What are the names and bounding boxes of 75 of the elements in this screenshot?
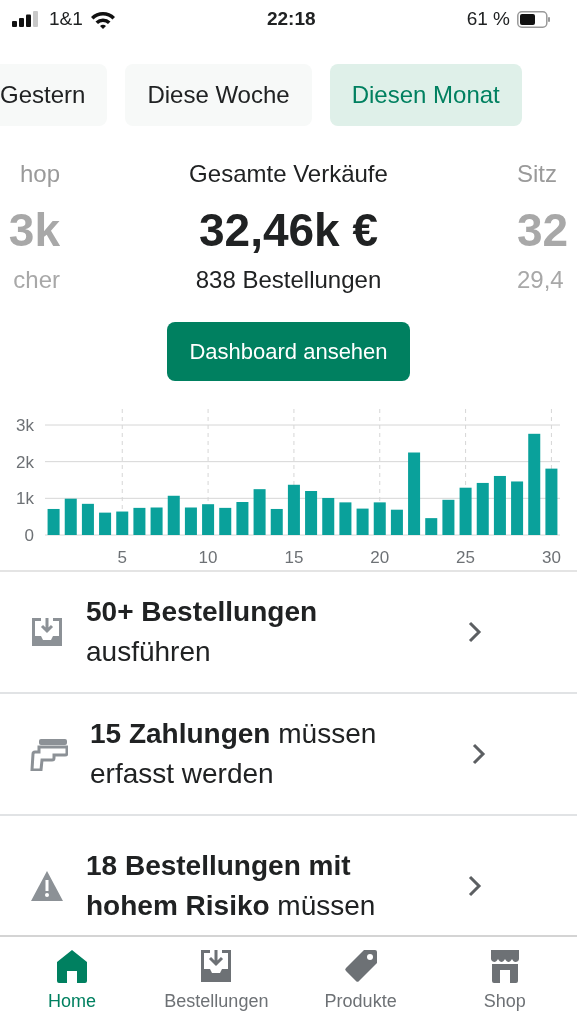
- stat-value: 3k: [8, 203, 60, 258]
- x-axis-label: 20: [370, 548, 390, 567]
- sales-bar: [287, 484, 300, 535]
- sales-bar: [493, 475, 506, 535]
- period-tab[interactable]: Diese Woche: [125, 64, 312, 126]
- sales-bar: [339, 502, 352, 535]
- credit-card-icon: [30, 737, 68, 771]
- tab-bar-item[interactable]: Produkte: [288, 937, 433, 1024]
- stat-subtitle: 29,4: [517, 266, 564, 295]
- y-axis-label: 2k: [16, 452, 34, 472]
- task-text: 50+ Bestellungen ausführen: [86, 595, 319, 669]
- chevron-right-icon: [472, 743, 486, 765]
- sales-bar: [425, 518, 438, 535]
- task-text: 15 Zahlungen müssen erfasst werden: [90, 717, 378, 791]
- home-icon: [56, 949, 89, 983]
- sales-bar: [47, 508, 60, 535]
- stat-value: 32,46k €: [198, 203, 379, 258]
- sales-bar: [305, 491, 318, 535]
- sales-bar: [202, 504, 215, 535]
- sales-bar: [322, 497, 335, 535]
- sales-bar: [253, 489, 266, 535]
- y-axis-label: 0: [24, 526, 34, 545]
- period-tab[interactable]: Diesen Monat: [329, 64, 522, 126]
- battery-icon: [517, 10, 551, 28]
- sales-bar: [442, 499, 455, 535]
- sales-bar: [167, 495, 180, 535]
- sales-bar: [116, 511, 129, 535]
- x-axis-label: 5: [117, 548, 127, 567]
- y-axis-label: 3k: [16, 416, 34, 435]
- dashboard-button[interactable]: Dashboard ansehen: [167, 322, 410, 381]
- stat-title: Gesamte Verkäufe: [189, 160, 388, 189]
- tab-bar-item[interactable]: Home: [0, 937, 145, 1024]
- tab-bar-item[interactable]: Bestellungen: [144, 937, 289, 1024]
- period-tab[interactable]: Gestern: [0, 64, 108, 126]
- x-axis-label: 10: [198, 548, 218, 567]
- task-row[interactable]: 15 Zahlungen müssen erfasst werden: [0, 694, 577, 816]
- stat-subtitle: 838 Bestellungen: [195, 266, 382, 295]
- inbox-download-icon: [199, 949, 234, 983]
- x-axis-label: 30: [541, 548, 561, 567]
- sales-bar: [64, 498, 77, 535]
- tag-icon: [343, 949, 378, 983]
- stat-subtitle: cher: [13, 266, 60, 295]
- x-axis-label: 15: [284, 548, 304, 567]
- sales-bar: [99, 512, 112, 535]
- sales-bar: [476, 482, 489, 535]
- x-axis-label: 25: [456, 548, 476, 567]
- sales-bar: [545, 468, 558, 535]
- inbox-download-icon: [30, 615, 64, 649]
- stat-title: hop: [19, 160, 60, 189]
- sales-bar: [356, 508, 369, 535]
- task-row[interactable]: 50+ Bestellungen ausführen: [0, 572, 577, 694]
- task-text: 18 Bestellungen mit hohem Risiko müssen: [86, 849, 377, 923]
- sales-bar: [390, 509, 403, 535]
- warning-icon: [30, 870, 64, 902]
- sales-bar: [236, 502, 249, 535]
- sales-bar: [511, 481, 524, 535]
- sales-bar: [133, 507, 146, 535]
- carrier-name: 1&1: [49, 8, 83, 30]
- chevron-right-icon: [468, 875, 482, 897]
- sales-bar: [459, 487, 472, 535]
- tab-bar-item[interactable]: Shop: [432, 937, 577, 1024]
- chevron-right-icon: [468, 621, 482, 643]
- clock-time: 22:18: [266, 8, 316, 30]
- stat-title: Sitz: [517, 160, 557, 189]
- y-axis-label: 1k: [16, 489, 34, 509]
- sales-bar: [81, 503, 94, 535]
- sales-bar: [373, 502, 386, 535]
- store-icon: [488, 949, 521, 983]
- stat-value: 32: [517, 203, 569, 258]
- sales-bar: [270, 508, 283, 535]
- wifi-icon: [89, 9, 116, 29]
- sales-bar: [219, 507, 232, 535]
- sales-bar: [150, 507, 163, 535]
- battery-percent: 61 %: [466, 8, 510, 30]
- sales-bar: [184, 507, 197, 535]
